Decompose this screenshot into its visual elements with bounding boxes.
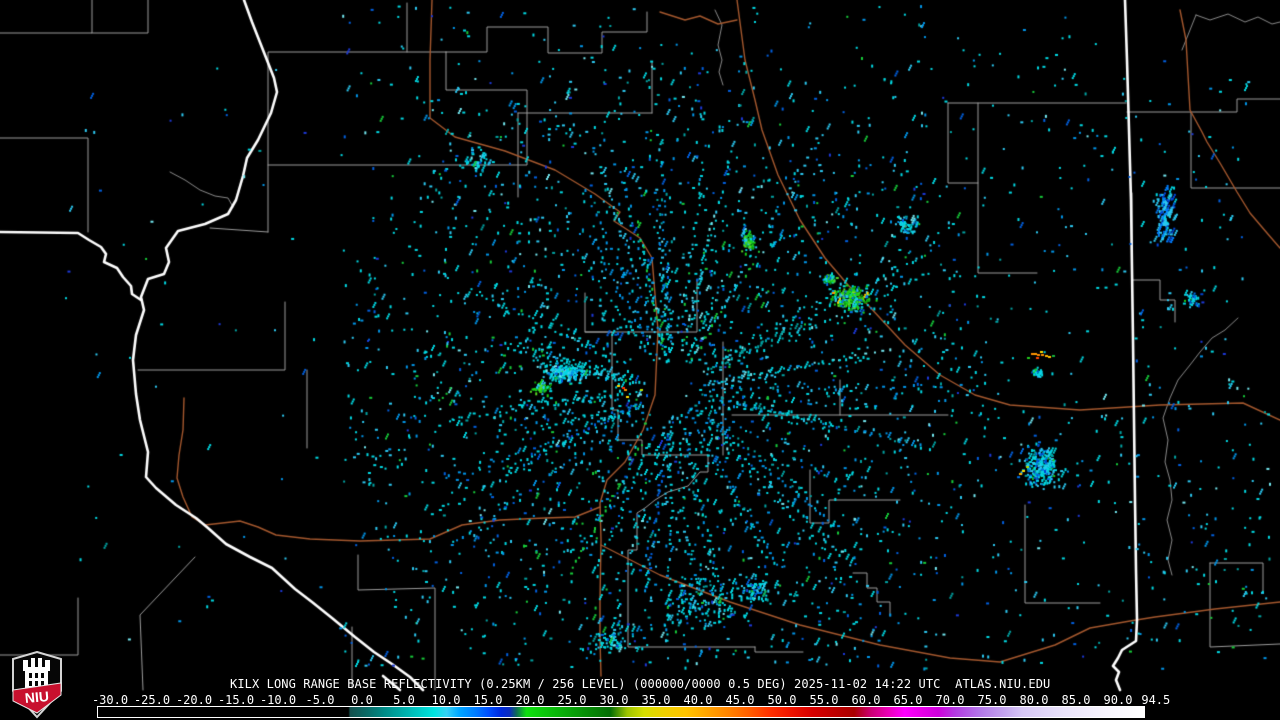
niu-logo: NIU <box>12 651 62 719</box>
radar-map-canvas <box>0 0 1280 720</box>
colorbar-label: 94.5 <box>1141 693 1171 707</box>
colorbar-labels: -30.0 -25.0 -20.0 -15.0 -10.0 -5.0 0.0 5.0 10.0 1… <box>0 693 1280 707</box>
reflectivity-colorbar <box>97 706 1145 718</box>
radar-status-text: KILX LONG RANGE BASE REFLECTIVITY (0.25K… <box>230 677 1051 691</box>
radar-display: NIU KILX LONG RANGE BASE REFLECTIVITY (0… <box>0 0 1280 720</box>
